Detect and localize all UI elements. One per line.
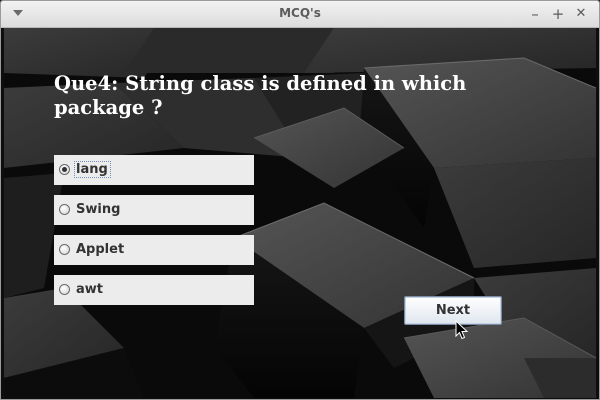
- radio-icon[interactable]: [59, 244, 70, 255]
- radio-icon[interactable]: [59, 204, 70, 215]
- option-awt[interactable]: awt: [54, 275, 254, 305]
- next-button[interactable]: Next: [404, 296, 502, 325]
- app-window: MCQ's – + ✕ Que4: String class is define…: [0, 0, 600, 400]
- option-applet[interactable]: Applet: [54, 235, 254, 265]
- option-label: Applet: [76, 242, 125, 257]
- option-swing[interactable]: Swing: [54, 195, 254, 225]
- maximize-icon[interactable]: +: [548, 4, 568, 24]
- quiz-panel: Que4: String class is defined in which p…: [4, 28, 596, 398]
- mouse-pointer-icon: [455, 320, 469, 340]
- close-icon[interactable]: ✕: [571, 4, 591, 24]
- option-label: Swing: [76, 202, 121, 217]
- option-label: awt: [76, 282, 103, 297]
- question-text: Que4: String class is defined in which p…: [54, 72, 467, 119]
- option-lang[interactable]: lang: [54, 155, 254, 185]
- radio-selected-icon[interactable]: [59, 164, 70, 175]
- option-label: lang: [74, 161, 111, 178]
- minimize-icon[interactable]: –: [525, 4, 545, 24]
- radio-icon[interactable]: [59, 284, 70, 295]
- window-title: MCQ's: [279, 6, 321, 20]
- title-bar[interactable]: MCQ's – + ✕: [1, 1, 599, 28]
